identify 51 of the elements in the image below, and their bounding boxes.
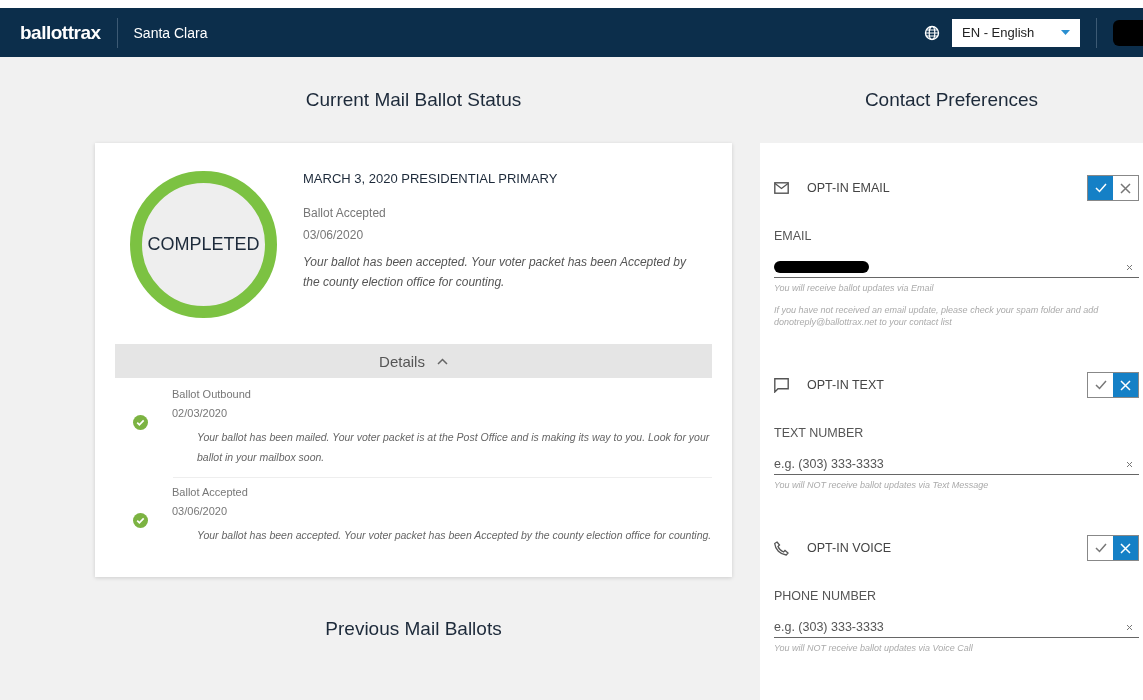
clear-icon[interactable] [1126, 263, 1133, 271]
phone-input[interactable]: e.g. (303) 333-3333 [774, 620, 1126, 634]
section-title: Contact Preferences [863, 88, 1040, 112]
election-name: MARCH 3, 2020 PRESIDENTIAL PRIMARY [303, 171, 559, 186]
status-label: COMPLETED [147, 234, 260, 255]
language-select[interactable]: EN - English [952, 18, 1080, 47]
stage-label: Ballot Accepted [303, 206, 387, 220]
close-icon [1120, 542, 1131, 554]
channel-label: OPT-IN EMAIL [807, 181, 890, 195]
check-icon [1094, 543, 1107, 553]
caret-icon [1061, 30, 1070, 35]
stage-date: 03/06/2020 [303, 228, 365, 242]
helper-text: You will NOT receive ballot updates via Voice Call [774, 642, 974, 654]
event-message: Your ballot has been accepted. Your voter packet has been Accepted by the county election office for counting. [197, 528, 713, 543]
field-label: TEXT NUMBER [774, 426, 865, 440]
opt-in-toggle[interactable] [1087, 175, 1139, 201]
event-date: 02/03/2020 [172, 407, 229, 419]
chevron-icon [436, 357, 448, 365]
status-message: Your ballot has been accepted. Your voter packet has been Accepted by the county election office for counting. [303, 254, 688, 291]
close-icon [1120, 182, 1131, 194]
details-toggle[interactable]: Details [115, 344, 712, 378]
event-date: 03/06/2020 [172, 505, 229, 517]
check-icon [1094, 183, 1107, 193]
field-label: EMAIL [774, 229, 813, 243]
section-title: Current Mail Ballot Status [304, 88, 523, 112]
check-icon [1094, 380, 1107, 390]
phone-input[interactable]: e.g. (303) 333-3333 [774, 457, 1126, 471]
opt-in-toggle[interactable] [1087, 372, 1139, 398]
event-title: Ballot Accepted [172, 486, 249, 498]
chat-icon [774, 377, 789, 393]
field-label: PHONE NUMBER [774, 589, 878, 603]
helper-text: You will NOT receive ballot updates via Text Message [774, 479, 990, 491]
logo[interactable]: ballottrax [20, 21, 101, 44]
redaction-mark [1113, 19, 1143, 46]
check-icon [133, 415, 148, 430]
event-message: Your ballot has been mailed. Your voter packet is at the Post Office and is making its way to you. Look for your ballot in your mailbox soon. [197, 430, 711, 465]
envelope-icon [774, 182, 789, 194]
clear-icon[interactable] [1126, 623, 1133, 631]
county-name: Santa Clara [133, 24, 208, 41]
close-icon [1120, 379, 1131, 391]
channel-label: OPT-IN VOICE [807, 541, 892, 555]
channel-label: OPT-IN TEXT [807, 378, 884, 392]
helper-text: If you have not received an email update, please check your spam folder and add donotreply@ballottrax.net to your contact list [774, 304, 1100, 328]
globe-icon[interactable] [924, 24, 940, 41]
check-icon [133, 513, 148, 528]
clear-icon[interactable] [1126, 460, 1133, 468]
helper-text: You will receive ballot updates via Email [774, 282, 935, 294]
phone-icon [774, 540, 789, 556]
opt-in-toggle[interactable] [1087, 535, 1139, 561]
section-title: Previous Mail Ballots [324, 617, 503, 641]
event-title: Ballot Outbound [172, 388, 252, 400]
